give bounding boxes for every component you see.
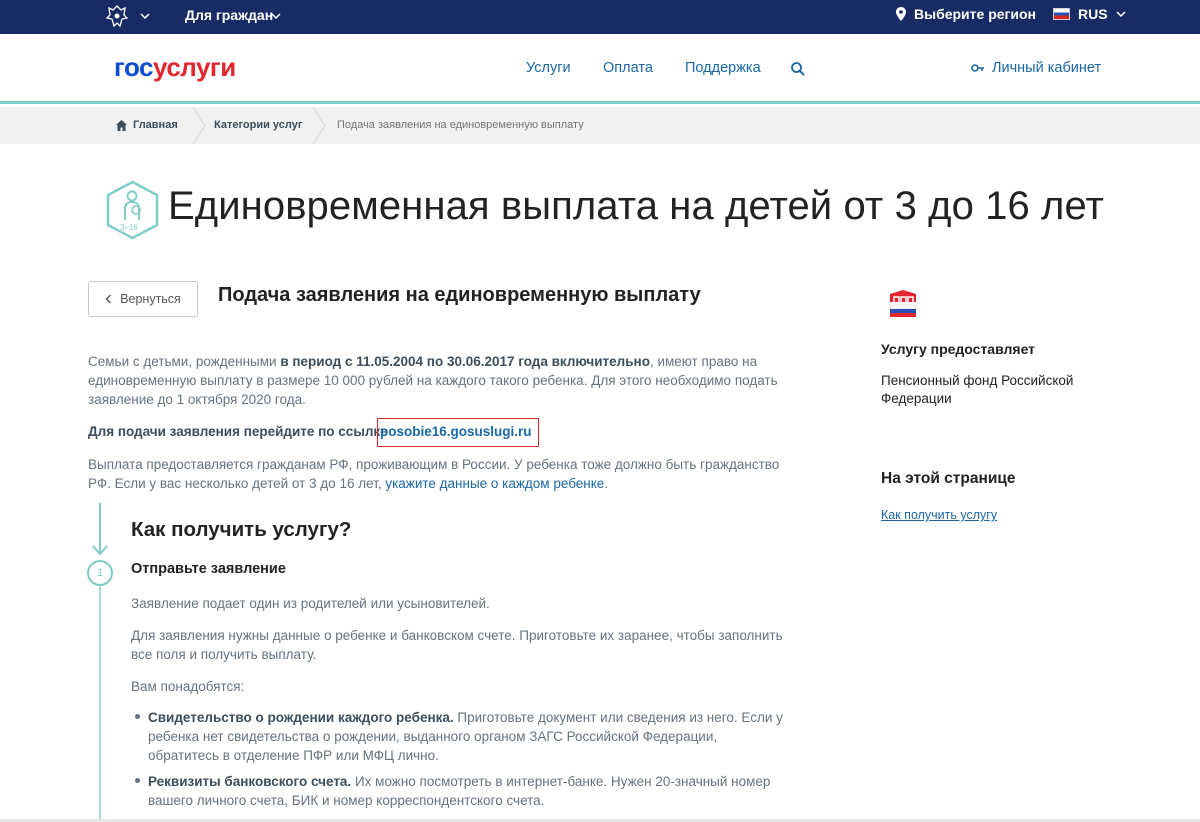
step-paragraph: Для заявления нужны данные о ребенке и б… (131, 628, 783, 662)
provider-heading: Услугу предоставляет (881, 341, 1036, 357)
page-title: Единовременная выплата на детей от 3 до … (168, 184, 1104, 228)
region-label: Выберите регион (914, 6, 1036, 22)
step-number: 1 (87, 560, 113, 586)
personal-account-link[interactable]: Личный кабинет (971, 60, 1101, 76)
step-paragraph: Вам понадобятся: (131, 679, 245, 694)
arrow-down-icon (92, 503, 108, 556)
breadcrumb (0, 107, 1200, 144)
home-icon (116, 120, 127, 131)
top-bar: Для граждан Выберите регион RUS (0, 0, 1200, 34)
bullet (135, 714, 140, 719)
site-header: госуслуги Услуги Оплата Поддержка Личный… (0, 34, 1200, 104)
list-item-title: Свидетельство о рождении каждого ребенка… (148, 710, 454, 725)
on-this-page-link[interactable]: Как получить услугу (881, 508, 997, 522)
eligibility-paragraph: Выплата предоставляется гражданам РФ, пр… (88, 455, 788, 493)
personal-account-label: Личный кабинет (992, 60, 1102, 76)
provider-name: Пенсионный фонд Российской Федерации (881, 373, 1074, 406)
list-item: Реквизиты банковского счета. Их можно по… (148, 772, 798, 810)
location-pin-icon (896, 7, 906, 21)
pfr-logo-icon (889, 290, 917, 317)
key-icon (971, 64, 984, 72)
child-payment-icon: 3–16 (106, 180, 159, 240)
nav-services[interactable]: Услуги (526, 60, 571, 76)
citizens-menu[interactable]: Для граждан (185, 7, 273, 23)
breadcrumb-separator (312, 107, 326, 144)
service-subtitle: Подача заявления на единовременную выпла… (218, 284, 701, 306)
breadcrumb-categories[interactable]: Категории услуг (214, 119, 302, 131)
search-icon[interactable] (790, 61, 806, 77)
intro-paragraph: Семьи с детьми, рожденными в период с 11… (88, 352, 788, 409)
gosuslugi-logo[interactable]: госуслуги (114, 52, 236, 83)
logo-part-uslugi: услуги (153, 52, 236, 82)
russian-flag-icon (1053, 8, 1070, 20)
bullet (135, 778, 140, 783)
nav-support[interactable]: Поддержка (685, 60, 761, 76)
chevron-down-icon[interactable] (271, 11, 281, 21)
chevron-left-icon (105, 294, 112, 304)
list-item-title: Реквизиты банковского счета. (148, 774, 352, 789)
step-line (99, 586, 101, 819)
on-this-page-heading: На этой странице (881, 470, 1016, 487)
back-button[interactable]: Вернуться (88, 281, 198, 317)
breadcrumb-separator (192, 107, 206, 144)
step-paragraph: Заявление подает один из родителей или у… (131, 596, 490, 611)
breadcrumb-home[interactable]: Главная (133, 119, 178, 131)
breadcrumb-current: Подача заявления на единовременную выпла… (337, 119, 584, 131)
region-selector[interactable]: Выберите регион (896, 6, 1036, 22)
how-to-heading: Как получить услугу? (131, 518, 352, 541)
icon-age-badge: 3–16 (120, 223, 138, 232)
step-title: Отправьте заявление (131, 561, 286, 577)
posobie-link[interactable]: posobie16.gosuslugi.ru (377, 418, 539, 447)
list-item: Свидетельство о рождении каждого ребенка… (148, 708, 788, 765)
chevron-down-icon[interactable] (140, 11, 150, 21)
language-selector[interactable]: RUS (1053, 6, 1126, 22)
logo-part-gos: гос (114, 52, 154, 82)
back-label: Вернуться (120, 292, 181, 306)
intro-period: в период с 11.05.2004 по 30.06.2017 года… (280, 354, 650, 369)
coat-of-arms-icon[interactable] (104, 3, 130, 29)
each-child-link[interactable]: укажите данные о каждом ребенке (385, 476, 604, 491)
nav-payment[interactable]: Оплата (603, 60, 653, 76)
intro-text: Семьи с детьми, рожденными (88, 354, 281, 369)
chevron-down-icon (1116, 11, 1126, 18)
cta-text: Для подачи заявления перейдите по ссылке (88, 424, 388, 439)
language-label: RUS (1078, 6, 1108, 22)
eligibility-text: . (604, 476, 609, 491)
